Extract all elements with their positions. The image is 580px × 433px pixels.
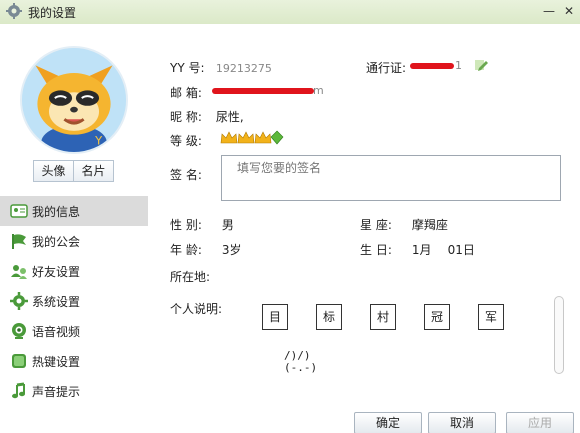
ok-button[interactable]: 确定 [354,412,422,433]
note-char-box: 标 [316,304,342,330]
email-row: 邮 箱: [170,84,212,101]
flag-icon [12,234,26,249]
level-row: 等 级: [170,132,212,149]
music-note-icon [12,382,25,399]
age-label: 年 龄: [170,243,202,257]
gender-row: 性 别: 男 [170,216,234,233]
nickname-row: 昵 称: 尿性, [170,108,244,125]
yy-number-value: 19213275 [215,62,272,75]
personal-note-text[interactable]: 目 标 村 冠 军 /)/) (-.-) [260,304,550,394]
title-bar[interactable]: 我的设置 — ✕ [0,0,580,24]
zodiac-value: 摩羯座 [411,218,448,232]
gender-value: 男 [221,218,234,232]
birth-month-value: 1月 [411,243,432,257]
yy-number-label: YY 号: [170,61,205,75]
nickname-label: 昵 称: [170,110,202,124]
kaomoji: /)/) (-.-) [284,350,317,374]
edit-pencil-icon[interactable] [474,58,488,72]
nav-item-hotkey-settings[interactable]: 热键设置 [0,346,148,376]
cancel-button[interactable]: 取消 [428,412,496,433]
location-row: 所在地: [170,268,210,285]
passport-label: 通行证: [366,61,407,75]
signature-row: 签 名: [170,166,212,183]
nav-item-system-settings[interactable]: 系统设置 [0,286,148,316]
settings-nav: 我的信息 我的公会 好友设置 系统设置 语音视频 热键设置 声音提示 [0,196,148,406]
level-badges [220,130,284,145]
note-char-box: 目 [262,304,288,330]
raccoon-mascot-icon: Y [22,48,126,152]
friends-icon [11,265,27,279]
avatar-button[interactable]: 头像 [34,161,74,181]
zodiac-row: 星 座: 摩羯座 [360,216,448,233]
gender-label: 性 别: [170,218,202,232]
nav-item-sound-alerts[interactable]: 声音提示 [0,376,148,406]
passport-value: 1 [455,59,462,72]
email-redaction [212,88,314,94]
hotkey-icon [12,354,26,368]
profile-card-icon [10,204,28,218]
crown-icon [237,131,255,144]
nav-item-voice-video[interactable]: 语音视频 [0,316,148,346]
kaomoji-line2: (-.-) [284,361,318,374]
age-row: 年 龄: 3岁 [170,241,241,258]
avatar[interactable]: Y [20,46,128,154]
gear-icon [10,292,28,310]
birthday-row: 生 日: 1月 01日 [360,241,475,258]
signature-field[interactable] [221,155,561,201]
crown-icon [254,131,272,144]
profile-panel: YY 号: 19213275 通行证: 1 邮 箱: m 昵 称: 尿性, 等 … [148,24,580,433]
sidebar: Y 头像 名片 我的信息 我的公会 好友设置 系统设置 语音视频 热键设置 声音… [0,24,148,433]
level-label: 等 级: [170,134,202,148]
namecard-button[interactable]: 名片 [74,161,113,181]
signature-input[interactable] [237,161,545,175]
nav-item-my-guild[interactable]: 我的公会 [0,226,148,256]
email-value: m [313,84,324,97]
note-char-box: 军 [478,304,504,330]
birthday-label: 生 日: [360,243,392,257]
note-char-box: 村 [370,304,396,330]
signature-label: 签 名: [170,168,202,182]
close-button[interactable]: ✕ [560,2,578,20]
passport-redaction [410,63,454,69]
minimize-button[interactable]: — [540,2,558,20]
location-label: 所在地: [170,270,211,284]
webcam-icon [12,323,26,339]
crown-icon [220,131,238,144]
nickname-value: 尿性, [215,110,244,124]
note-label: 个人说明: [170,302,223,316]
note-row: 个人说明: [170,300,222,317]
svg-text:Y: Y [94,133,103,147]
photo-button-group: 头像 名片 [33,160,114,182]
age-value: 3岁 [221,243,242,257]
passport-row: 通行证: [366,59,410,76]
window-title: 我的设置 [28,6,77,20]
note-scrollbar[interactable] [554,296,564,374]
diamond-leaf-icon [270,130,284,145]
apply-button[interactable]: 应用 [506,412,574,433]
yy-number-row: YY 号: 19213275 [170,59,272,76]
settings-gear-icon [6,3,22,19]
nav-item-my-info[interactable]: 我的信息 [0,196,148,226]
nav-item-friend-settings[interactable]: 好友设置 [0,256,148,286]
note-char-box: 冠 [424,304,450,330]
zodiac-label: 星 座: [360,218,392,232]
birth-day-value: 01日 [447,243,475,257]
email-label: 邮 箱: [170,86,202,100]
